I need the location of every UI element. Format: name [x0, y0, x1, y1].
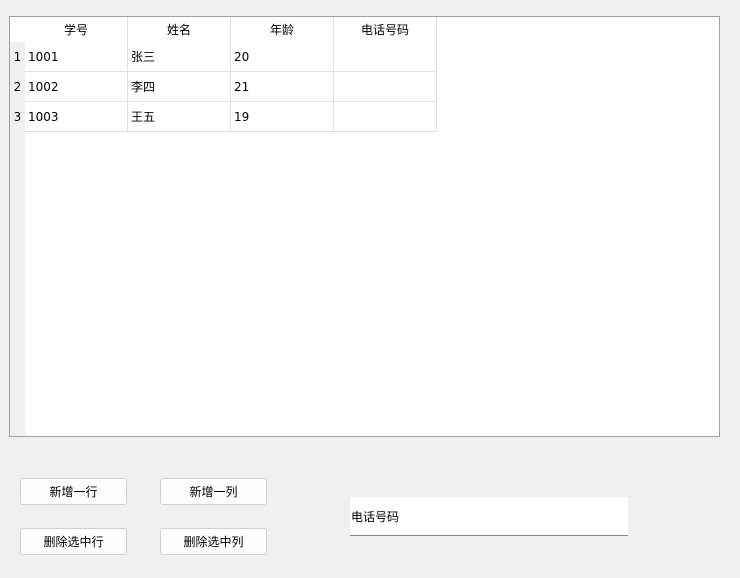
- row-header[interactable]: 2: [10, 71, 25, 102]
- row-header[interactable]: 1: [10, 42, 25, 72]
- table-cell[interactable]: 王五: [127, 101, 231, 132]
- table-widget[interactable]: 学号 姓名 年龄 电话号码 1 1001 张三 20 2 1002 李四 21 …: [9, 16, 720, 437]
- table-cell[interactable]: [333, 101, 437, 132]
- table-row: 1 1001 张三 20: [10, 42, 437, 72]
- column-name-input[interactable]: [350, 497, 628, 536]
- main-window: 学号 姓名 年龄 电话号码 1 1001 张三 20 2 1002 李四 21 …: [0, 0, 740, 578]
- column-header-phone[interactable]: 电话号码: [333, 17, 437, 42]
- table-cell[interactable]: 20: [230, 42, 334, 72]
- delete-selected-row-button[interactable]: 删除选中行: [20, 528, 127, 555]
- corner-button[interactable]: [10, 17, 25, 42]
- table-cell[interactable]: 21: [230, 71, 334, 102]
- add-column-button[interactable]: 新增一列: [160, 478, 267, 505]
- table-cell[interactable]: 1003: [25, 101, 128, 132]
- table-cell[interactable]: [333, 71, 437, 102]
- table-cell[interactable]: 1001: [25, 42, 128, 72]
- column-header-name[interactable]: 姓名: [127, 17, 231, 42]
- table-cell[interactable]: 李四: [127, 71, 231, 102]
- table-cell[interactable]: 张三: [127, 42, 231, 72]
- add-row-button[interactable]: 新增一行: [20, 478, 127, 505]
- column-header-age[interactable]: 年龄: [230, 17, 334, 42]
- table-cell[interactable]: [333, 42, 437, 72]
- data-grid[interactable]: 学号 姓名 年龄 电话号码 1 1001 张三 20 2 1002 李四 21 …: [10, 17, 437, 132]
- table-row: 3 1003 王五 19: [10, 101, 437, 132]
- delete-selected-column-button[interactable]: 删除选中列: [160, 528, 267, 555]
- row-header[interactable]: 3: [10, 101, 25, 132]
- column-header-student-id[interactable]: 学号: [25, 17, 128, 42]
- table-cell[interactable]: 1002: [25, 71, 128, 102]
- table-row: 2 1002 李四 21: [10, 71, 437, 102]
- table-cell[interactable]: 19: [230, 101, 334, 132]
